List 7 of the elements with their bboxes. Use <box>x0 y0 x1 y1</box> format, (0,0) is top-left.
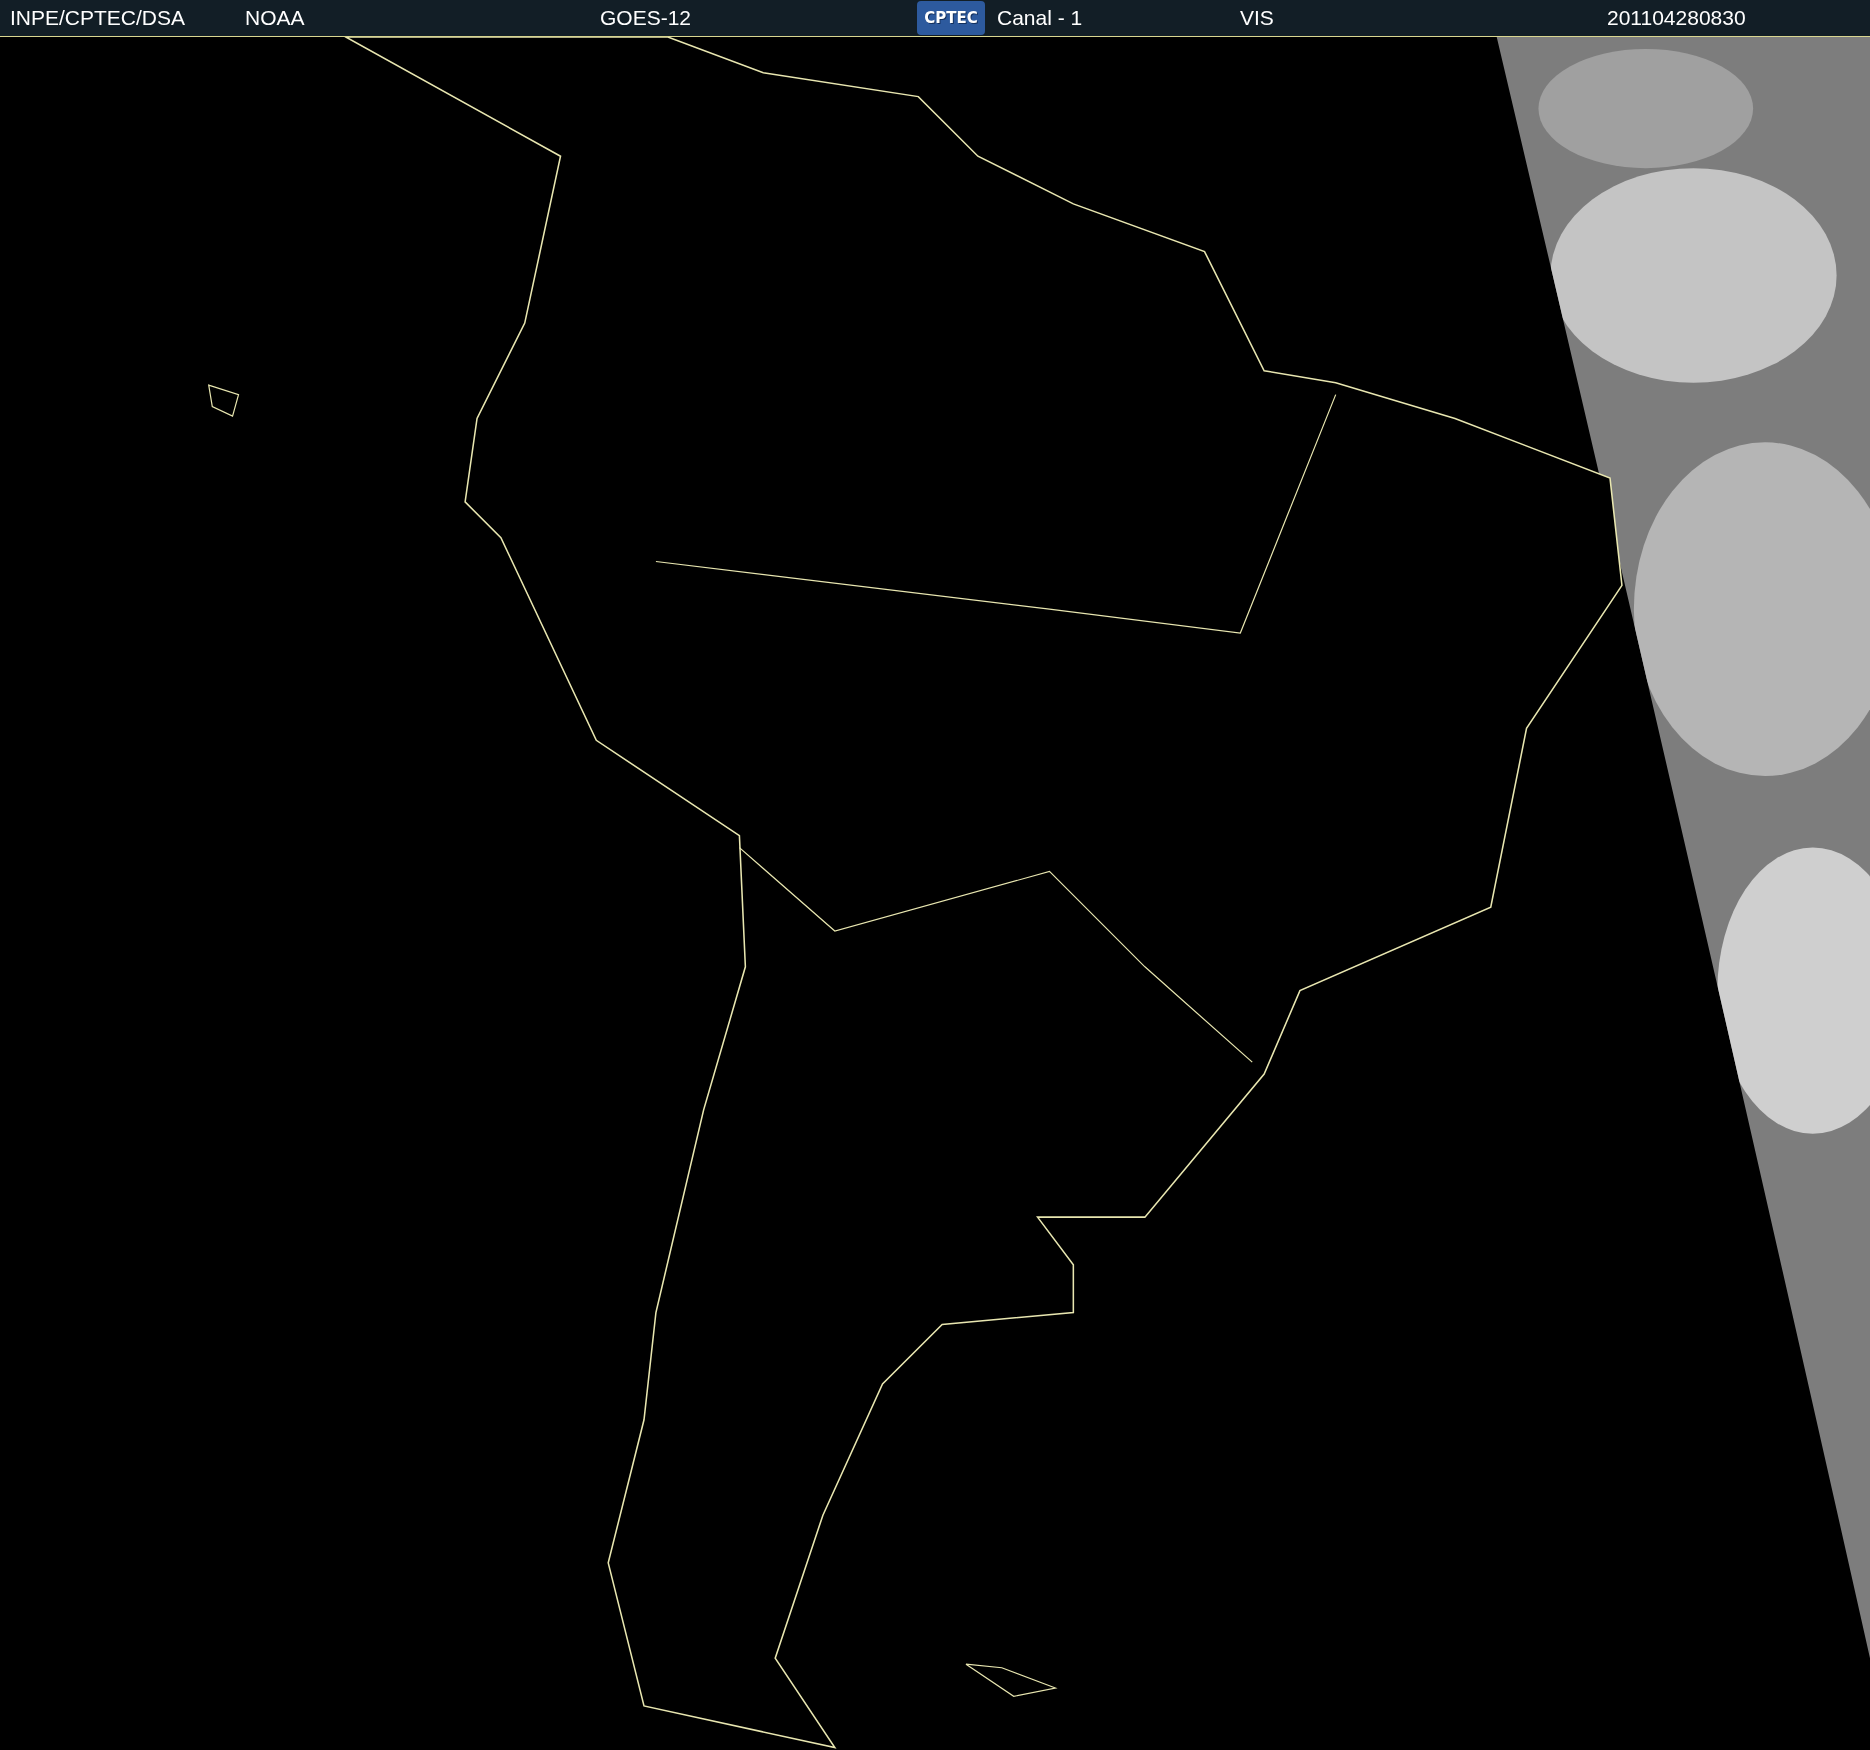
header-label: 201104280830 <box>1607 6 1746 30</box>
header-label: VIS <box>1240 6 1274 30</box>
header-label: INPE/CPTEC/DSA <box>10 6 186 30</box>
cptec-logo: CPTEC <box>917 1 985 35</box>
header-label: GOES-12 <box>600 6 692 30</box>
header-label: NOAA <box>245 6 305 30</box>
header-label: Canal - 1 <box>997 6 1083 30</box>
